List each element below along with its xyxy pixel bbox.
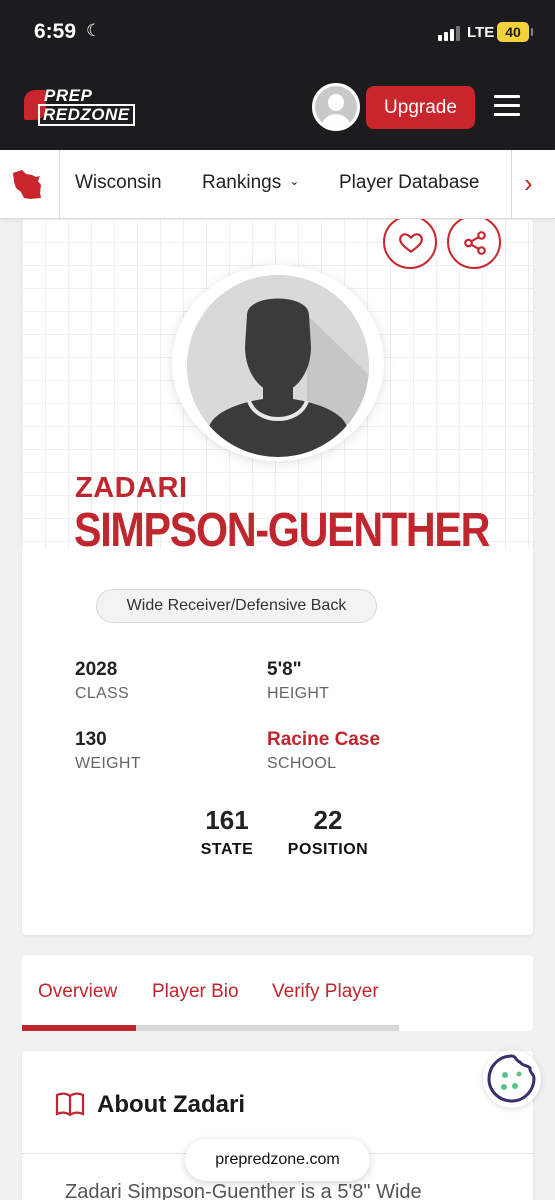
weight-value: 130 xyxy=(75,729,107,750)
battery-indicator: 40 xyxy=(497,22,533,42)
chevron-down-icon: ⌄ xyxy=(289,174,300,188)
wisconsin-state-icon[interactable] xyxy=(10,165,48,203)
network-label: LTE xyxy=(467,24,495,41)
player-first-name: ZADARI xyxy=(75,472,188,504)
state-rank-label: STATE xyxy=(200,841,254,858)
tab-player-bio[interactable]: Player Bio xyxy=(152,981,239,1003)
sub-navigation: Wisconsin Rankings ⌄ Player Database › xyxy=(0,150,555,219)
logo-text-bottom: REDZONE xyxy=(38,104,135,126)
state-rank-value: 161 xyxy=(205,805,249,835)
tab-active-indicator xyxy=(22,1025,136,1031)
about-text: Zadari Simpson-Guenther is a 5'8" Wide xyxy=(65,1181,422,1200)
signal-icon xyxy=(438,25,460,41)
silhouette-icon xyxy=(187,275,369,457)
about-title: About Zadari xyxy=(97,1091,245,1118)
chevron-right-icon[interactable]: › xyxy=(524,168,533,199)
logo-text-top: PREP xyxy=(44,86,93,105)
position-badge: Wide Receiver/Defensive Back xyxy=(96,589,377,623)
moon-icon: ☾ xyxy=(86,21,102,40)
height-value: 5'8" xyxy=(267,659,302,680)
cookie-icon xyxy=(487,1054,536,1103)
share-icon xyxy=(464,231,486,255)
position-rank-label: POSITION xyxy=(287,841,369,858)
position-rank-value: 22 xyxy=(313,805,343,835)
player-profile-card: ZADARI SIMPSON-GUENTHER Wide Receiver/De… xyxy=(22,219,533,935)
cookie-button[interactable] xyxy=(483,1050,541,1108)
class-value: 2028 xyxy=(75,659,118,680)
school-label: SCHOOL xyxy=(267,755,337,772)
status-time: 6:59 xyxy=(34,20,77,43)
nav-item-rankings[interactable]: Rankings ⌄ xyxy=(202,172,299,194)
nav-divider xyxy=(59,150,60,219)
tab-verify-player[interactable]: Verify Player xyxy=(272,981,379,1003)
tab-overview[interactable]: Overview xyxy=(38,981,117,1003)
height-label: HEIGHT xyxy=(267,685,330,702)
player-photo-placeholder xyxy=(187,275,369,457)
nav-item-rankings-label: Rankings xyxy=(202,172,282,193)
upgrade-button[interactable]: Upgrade xyxy=(366,86,475,129)
user-avatar[interactable] xyxy=(312,83,360,131)
menu-icon[interactable] xyxy=(494,95,520,117)
weight-label: WEIGHT xyxy=(75,755,141,772)
browser-url-bar[interactable]: prepredzone.com xyxy=(185,1139,370,1181)
profile-tabs: Overview Player Bio Verify Player xyxy=(22,955,533,1031)
school-link[interactable]: Racine Case xyxy=(267,729,380,751)
book-icon xyxy=(55,1092,85,1117)
nav-item-player-database[interactable]: Player Database xyxy=(339,172,479,194)
nav-item-wisconsin[interactable]: Wisconsin xyxy=(75,172,162,194)
player-last-name: SIMPSON-GUENTHER xyxy=(74,504,490,557)
class-label: CLASS xyxy=(75,685,129,702)
top-header: 6:59 ☾ LTE 40 PREP REDZONE Upgrade xyxy=(0,0,555,150)
prep-redzone-logo[interactable]: PREP REDZONE xyxy=(22,86,142,130)
nav-divider xyxy=(511,150,512,219)
heart-icon xyxy=(399,233,423,253)
